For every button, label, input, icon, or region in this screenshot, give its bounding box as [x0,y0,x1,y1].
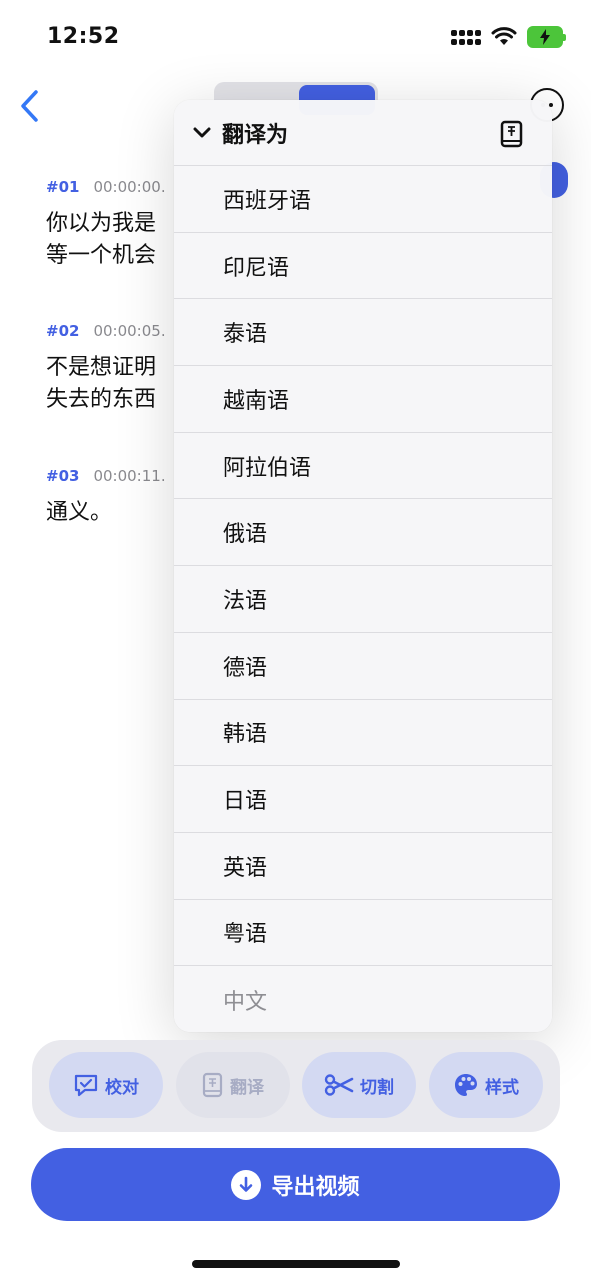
status-time: 12:52 [47,24,120,49]
subtitle-timecode: 00:00:00. [93,178,166,196]
subtitle-item[interactable]: #03 00:00:11. 通义。 [46,467,166,529]
subtitle-index: #01 [46,178,80,196]
subtitle-timecode: 00:00:11. [93,467,166,485]
menu-item-arabic[interactable]: 阿拉伯语 [174,433,552,500]
menu-item-cantonese[interactable]: 粤语 [174,900,552,967]
subtitle-item[interactable]: #02 00:00:05. 不是想证明 失去的东西 [46,322,166,416]
menu-item-indonesian[interactable]: 印尼语 [174,233,552,300]
style-label: 样式 [485,1077,519,1098]
subtitle-line: 通义。 [46,500,113,525]
wifi-icon [491,27,517,45]
menu-item-russian[interactable]: 俄语 [174,499,552,567]
menu-item-german[interactable]: 德语 [174,633,552,700]
proofread-label: 校对 [105,1077,139,1098]
menu-item-japanese[interactable]: 日语 [174,766,552,833]
back-button[interactable] [10,84,50,128]
chevron-down-icon [193,127,211,137]
status-icons [451,26,566,48]
cut-button[interactable]: 切割 [302,1052,416,1118]
menu-title: 翻译为 [222,122,289,148]
scissors-icon [324,1074,354,1096]
dictionary-icon[interactable] [500,120,524,148]
subtitle-index: #02 [46,322,80,340]
style-button[interactable]: 样式 [429,1052,543,1118]
menu-item-spanish[interactable]: 西班牙语 [174,166,552,233]
menu-item-french[interactable]: 法语 [174,566,552,633]
menu-header[interactable]: 翻译为 [174,100,552,166]
back-chevron-icon [21,90,38,122]
bottom-toolbar: 校对 翻译 切割 样式 [32,1040,560,1132]
subtitle-index: #03 [46,467,80,485]
export-video-label: 导出视频 [271,1174,360,1200]
screen: 12:52 #01 00:00:00. 你以为我是 等一个机会 #02 00:0… [0,0,591,1280]
translate-language-menu: 翻译为 西班牙语 印尼语 泰语 越南语 阿拉伯语 俄语 法语 德语 韩语 日语 … [174,100,552,1032]
menu-item-thai[interactable]: 泰语 [174,299,552,367]
menu-item-chinese: 中文 [223,989,268,1015]
menu-item-korean[interactable]: 韩语 [174,700,552,767]
subtitle-timecode: 00:00:05. [93,322,166,340]
proofread-icon [74,1074,98,1097]
translate-icon [202,1072,223,1098]
subtitle-item[interactable]: #01 00:00:00. 你以为我是 等一个机会 [46,178,166,272]
subtitle-line: 等一个机会 [46,243,157,268]
home-indicator[interactable] [192,1260,400,1268]
export-video-button[interactable]: 导出视频 [31,1148,560,1221]
palette-icon [455,1074,477,1096]
battery-icon [527,26,566,48]
subtitle-line: 失去的东西 [46,387,157,412]
menu-item-english[interactable]: 英语 [174,833,552,900]
menu-item-vietnamese[interactable]: 越南语 [174,366,552,433]
cellular-signal-icon [451,29,481,45]
translate-label: 翻译 [230,1077,264,1098]
subtitle-line: 你以为我是 [46,211,157,236]
cut-label: 切割 [360,1077,394,1098]
download-icon [231,1169,262,1200]
translate-button[interactable]: 翻译 [176,1052,290,1118]
subtitle-line: 不是想证明 [46,355,157,380]
proofread-button[interactable]: 校对 [49,1052,163,1118]
